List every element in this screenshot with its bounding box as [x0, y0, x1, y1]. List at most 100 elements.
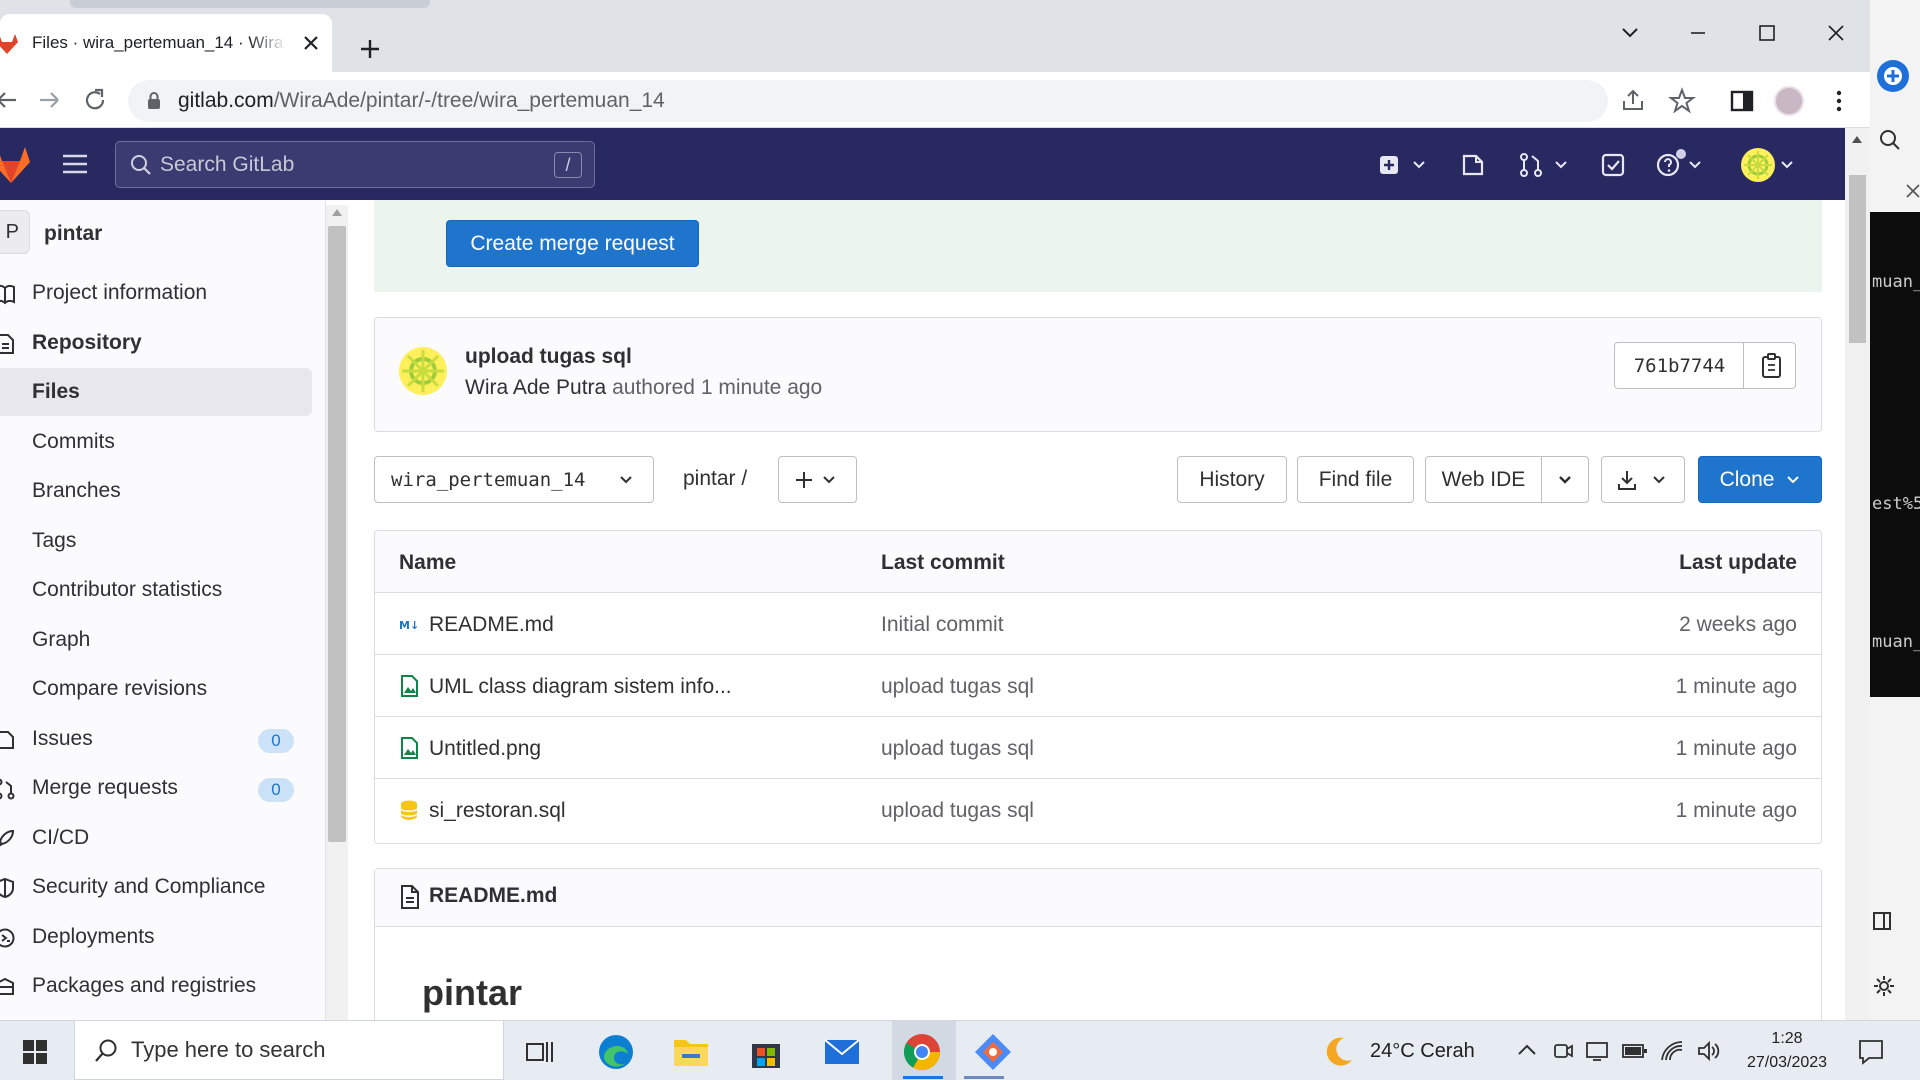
forward-icon[interactable]	[34, 86, 62, 114]
maximize-icon[interactable]	[1752, 18, 1782, 48]
sidebar-scrollbar-thumb[interactable]	[328, 226, 346, 842]
history-button[interactable]: History	[1177, 456, 1287, 503]
table-row[interactable]: Untitled.png upload tugas sql 1 minute a…	[375, 717, 1821, 779]
scroll-up-arrow-icon[interactable]	[1851, 134, 1863, 144]
user-avatar-dropdown-icon[interactable]	[1740, 147, 1800, 183]
sidebar-item-repository[interactable]: Repository	[0, 319, 312, 367]
minimize-icon[interactable]	[1683, 18, 1713, 48]
commit-sha[interactable]: 761b7744	[1616, 342, 1744, 389]
sidebar-item-label: Contributor statistics	[32, 578, 223, 601]
lock-icon[interactable]	[146, 91, 162, 111]
create-new-dropdown-icon[interactable]	[1378, 153, 1428, 177]
weather-text[interactable]: 24°C Cerah	[1370, 1040, 1475, 1063]
sidebar-item-graph[interactable]: Graph	[0, 616, 312, 664]
todo-nav-icon[interactable]	[1600, 152, 1626, 178]
page-scrollbar-thumb[interactable]	[1849, 175, 1866, 343]
file-explorer-icon[interactable]	[672, 1034, 710, 1068]
create-merge-request-button[interactable]: Create merge request	[446, 220, 699, 267]
profile-avatar[interactable]	[1774, 86, 1804, 116]
table-row[interactable]: UML class diagram sistem info... upload …	[375, 655, 1821, 717]
file-last-commit-link[interactable]: upload tugas sql	[881, 799, 1034, 823]
tab-search-chevron-icon[interactable]	[1615, 18, 1645, 48]
sidebar-item-tags[interactable]: Tags	[0, 517, 312, 565]
download-dropdown[interactable]	[1601, 456, 1685, 503]
gitlab-logo-icon[interactable]	[0, 147, 30, 183]
notifications-icon[interactable]	[1857, 1038, 1885, 1066]
mail-icon[interactable]	[823, 1036, 861, 1068]
file-last-commit-link[interactable]: upload tugas sql	[881, 675, 1034, 699]
new-tab-icon[interactable]	[355, 34, 385, 64]
task-view-icon[interactable]	[525, 1038, 555, 1066]
close-icon[interactable]	[1905, 183, 1920, 199]
sidebar-item-compare-revisions[interactable]: Compare revisions	[0, 665, 312, 713]
gear-icon[interactable]	[1872, 974, 1896, 998]
search-icon[interactable]	[1878, 128, 1902, 152]
clone-dropdown-button[interactable]: Clone	[1698, 456, 1822, 503]
file-name-link[interactable]: UML class diagram sistem info...	[429, 675, 732, 699]
issues-nav-icon[interactable]	[1460, 152, 1486, 178]
web-ide-button[interactable]: Web IDE	[1425, 456, 1542, 503]
taskbar-search-box[interactable]: Type here to search	[74, 1020, 504, 1080]
microsoft-store-icon[interactable]	[748, 1034, 784, 1070]
moon-weather-icon[interactable]	[1322, 1034, 1356, 1068]
battery-icon[interactable]	[1622, 1042, 1648, 1060]
clock[interactable]: 1:28 27/03/2023	[1737, 1027, 1837, 1075]
volume-icon[interactable]	[1696, 1040, 1720, 1062]
project-name[interactable]: pintar	[44, 222, 102, 246]
edge-copilot-icon[interactable]	[1875, 58, 1911, 94]
file-last-commit-link[interactable]: upload tugas sql	[881, 737, 1034, 761]
help-dropdown-icon[interactable]	[1656, 148, 1708, 180]
share-icon[interactable]	[1619, 87, 1647, 115]
sidebar-item-deployments[interactable]: Deployments	[0, 913, 312, 961]
sidebar-item-contributor-statistics[interactable]: Contributor statistics	[0, 566, 312, 614]
file-name-link[interactable]: si_restoran.sql	[429, 799, 566, 823]
file-name-link[interactable]: Untitled.png	[429, 737, 541, 761]
readme-filename-link[interactable]: README.md	[429, 884, 557, 908]
panel-icon[interactable]	[1872, 910, 1894, 932]
sidebar-item-files[interactable]: Files	[0, 368, 312, 416]
table-row[interactable]: si_restoran.sql upload tugas sql 1 minut…	[375, 779, 1821, 841]
branch-selector-dropdown[interactable]: wira_pertemuan_14	[374, 456, 654, 503]
sidebar-item-security-and-compliance[interactable]: Security and Compliance	[0, 863, 312, 911]
copy-sha-icon[interactable]	[1760, 352, 1784, 380]
wifi-icon[interactable]	[1660, 1040, 1684, 1062]
sidebar-item-commits[interactable]: Commits	[0, 418, 312, 466]
table-row[interactable]: M↓ README.md Initial commit 2 weeks ago	[375, 593, 1821, 655]
breadcrumb[interactable]: pintar /	[683, 467, 747, 491]
hamburger-menu-icon[interactable]	[61, 152, 89, 176]
browser-tab[interactable]: Files · wira_pertemuan_14 · Wira Ade Put…	[0, 14, 332, 72]
tray-chevron-up-icon[interactable]	[1516, 1040, 1538, 1060]
merge-requests-nav-icon[interactable]	[1518, 152, 1570, 178]
sidebar-item-ci-cd[interactable]: CI/CD	[0, 814, 312, 862]
gitlab-search-input[interactable]: Search GitLab /	[115, 141, 595, 188]
sidebar-item-packages-and-registries[interactable]: Packages and registries	[0, 962, 312, 1010]
web-ide-dropdown[interactable]	[1541, 456, 1589, 503]
meet-now-icon[interactable]	[1552, 1040, 1574, 1062]
commit-author-link[interactable]: Wira Ade Putra	[465, 376, 606, 399]
find-file-button[interactable]: Find file	[1297, 456, 1414, 503]
side-panel-icon[interactable]	[1728, 87, 1756, 115]
browser-menu-icon[interactable]	[1825, 87, 1853, 115]
chrome-browser-icon[interactable]	[902, 1032, 942, 1072]
close-tab-icon[interactable]	[300, 32, 322, 54]
address-bar[interactable]: gitlab.com/WiraAde/pintar/-/tree/wira_pe…	[128, 80, 1608, 122]
sidebar-item-branches[interactable]: Branches	[0, 467, 312, 515]
edge-browser-icon[interactable]	[596, 1032, 636, 1072]
git-app-icon[interactable]	[973, 1032, 1013, 1072]
sidebar-item-merge-requests[interactable]: Merge requests 0	[0, 764, 312, 812]
sidebar-item-issues[interactable]: Issues 0	[0, 715, 312, 763]
display-icon[interactable]	[1585, 1040, 1609, 1062]
bookmark-star-icon[interactable]	[1668, 87, 1696, 115]
back-icon[interactable]	[0, 86, 22, 114]
file-name-link[interactable]: README.md	[429, 613, 554, 637]
close-window-icon[interactable]	[1821, 18, 1851, 48]
sidebar-item-project-information[interactable]: Project information	[0, 269, 312, 317]
file-last-commit-link[interactable]: Initial commit	[881, 613, 1004, 637]
project-avatar[interactable]: P	[0, 210, 30, 254]
reload-icon[interactable]	[81, 86, 109, 114]
commit-title-link[interactable]: upload tugas sql	[465, 345, 632, 369]
windows-start-icon[interactable]	[22, 1039, 48, 1065]
commit-author-avatar[interactable]	[398, 346, 448, 396]
add-to-tree-dropdown[interactable]	[778, 456, 857, 503]
scroll-up-arrow-icon[interactable]	[331, 207, 343, 217]
